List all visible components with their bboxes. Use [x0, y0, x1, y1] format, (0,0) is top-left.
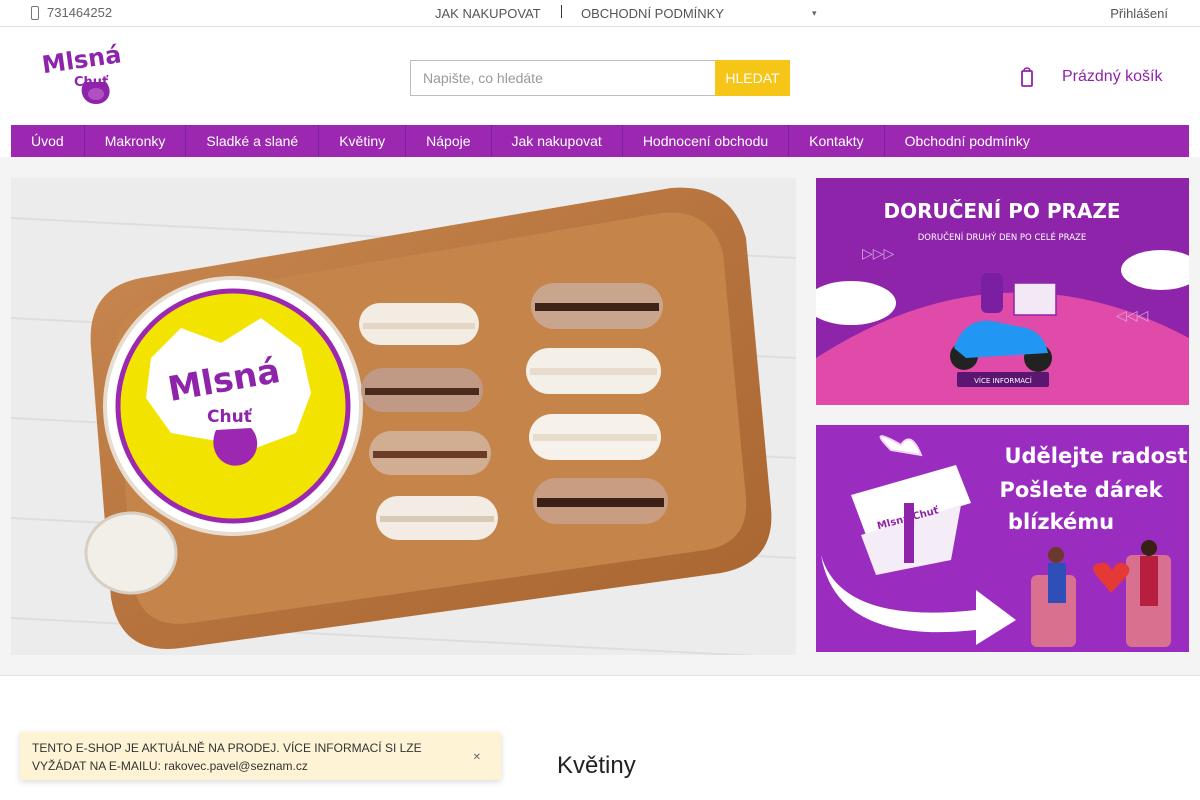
- gift-line-2: Pošlete dárek: [999, 478, 1163, 502]
- search-input[interactable]: [410, 60, 715, 96]
- cart-link[interactable]: Prázdný košík: [1020, 66, 1162, 88]
- search-bar: HLEDAT: [410, 60, 790, 96]
- notice-text-line-1: TENTO E-SHOP JE AKTUÁLNĚ NA PRODEJ. VÍCE…: [32, 741, 422, 755]
- cart-icon: [1020, 66, 1034, 88]
- nav-item-jak-nakupovat[interactable]: Jak nakupovat: [492, 125, 623, 157]
- toplink-obchodni-podminky[interactable]: OBCHODNÍ PODMÍNKY: [581, 6, 724, 21]
- site-logo[interactable]: Mlsná Chuť: [40, 40, 124, 108]
- hero-logo-text-2: Chuť: [207, 407, 253, 427]
- phone-number: 731464252: [47, 5, 113, 20]
- delivery-banner[interactable]: DORUČENÍ PO PRAZE DORUČENÍ DRUHÝ DEN PO …: [816, 178, 1189, 405]
- logo-text-2: Chuť: [74, 75, 109, 90]
- login-link[interactable]: Přihlášení: [1110, 6, 1168, 21]
- gift-banner[interactable]: Mlsná Chuť Udělejte radost Pošlete dárek…: [816, 425, 1189, 652]
- toplink-jak-nakupovat[interactable]: JAK NAKUPOVAT: [435, 6, 541, 21]
- nav-item-obchodni-podminky[interactable]: Obchodní podmínky: [885, 125, 1050, 157]
- delivery-more-info-button[interactable]: VÍCE INFORMACÍ: [974, 376, 1032, 385]
- delivery-subtitle: DORUČENÍ DRUHÝ DEN PO CELÉ PRAZE: [918, 231, 1087, 243]
- cart-label: Prázdný košík: [1062, 68, 1163, 85]
- nav-item-sladke-a-slane[interactable]: Sladké a slané: [186, 125, 320, 157]
- notice-text-line-2: VYŽÁDAT NA E-MAILU: rakovec.pavel@seznam…: [32, 759, 308, 773]
- top-bar: 731464252 JAK NAKUPOVAT OBCHODNÍ PODMÍNK…: [0, 0, 1200, 27]
- section-title: Květiny: [557, 752, 636, 779]
- arrows-right-icon: ▷▷▷: [862, 246, 895, 262]
- nav-item-napoje[interactable]: Nápoje: [406, 125, 492, 157]
- logo-text-1: Mlsná: [40, 42, 123, 79]
- gift-line-1: Udělejte radost: [1004, 444, 1187, 468]
- nav-item-kvetiny[interactable]: Květiny: [319, 125, 407, 157]
- search-button[interactable]: HLEDAT: [715, 60, 790, 96]
- arrows-left-icon: ◁◁◁: [1116, 308, 1149, 324]
- hero-slide-image[interactable]: Mlsná Chuť: [11, 178, 796, 655]
- main-nav: Úvod Makronky Sladké a slané Květiny Náp…: [11, 125, 1189, 157]
- phone-contact[interactable]: 731464252: [31, 5, 112, 20]
- more-links-chevron-icon[interactable]: ▾: [812, 8, 817, 19]
- nav-item-kontakty[interactable]: Kontakty: [789, 125, 885, 157]
- nav-item-hodnoceni-obchodu[interactable]: Hodnocení obchodu: [623, 125, 790, 157]
- toplink-divider: [561, 5, 562, 18]
- close-notice-icon[interactable]: ✕: [473, 749, 481, 767]
- nav-item-uvod[interactable]: Úvod: [11, 125, 85, 157]
- delivery-title: DORUČENÍ PO PRAZE: [883, 199, 1120, 223]
- gift-line-3: blízkému: [1008, 510, 1114, 534]
- sale-notice: TENTO E-SHOP JE AKTUÁLNĚ NA PRODEJ. VÍCE…: [20, 732, 501, 780]
- nav-item-makronky[interactable]: Makronky: [85, 125, 187, 157]
- phone-icon: [31, 5, 39, 20]
